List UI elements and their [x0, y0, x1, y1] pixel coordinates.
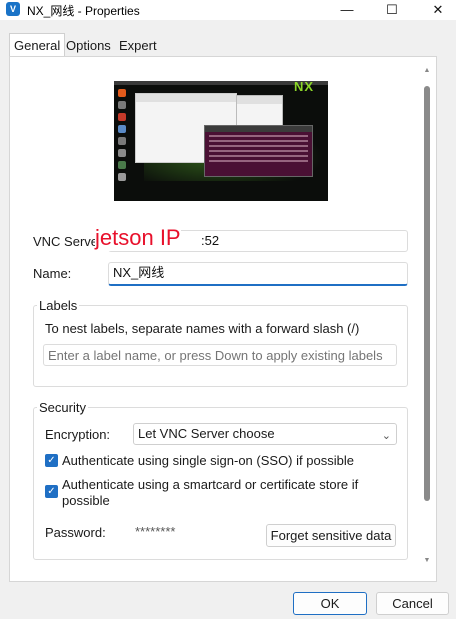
close-button[interactable]: ✕ [415, 0, 456, 20]
smartcard-checkbox[interactable]: ✓ [45, 485, 58, 498]
scrollbar-thumb[interactable] [424, 86, 430, 501]
desktop-dock [117, 89, 127, 193]
minimize-button[interactable]: — [324, 0, 370, 20]
encryption-selected-value: Let VNC Server choose [138, 426, 275, 441]
smartcard-label-line2: possible [62, 493, 110, 508]
server-redaction-overlay: jetson IP [95, 225, 181, 251]
terminal-window [204, 125, 313, 177]
vertical-scrollbar[interactable]: ▲ ▼ [421, 66, 433, 566]
maximize-button[interactable]: ☐ [369, 0, 415, 20]
tab-expert[interactable]: Expert [115, 35, 161, 57]
labels-group-title: Labels [37, 298, 80, 313]
security-group-title: Security [37, 400, 88, 415]
smartcard-label-line1: Authenticate using a smartcard or certif… [62, 477, 359, 492]
labels-help-text: To nest labels, separate names with a fo… [45, 321, 360, 336]
tab-options[interactable]: Options [62, 35, 115, 57]
desktop-thumbnail: NX [114, 81, 328, 201]
vnc-viewer-app-icon: V [6, 2, 20, 16]
cancel-button[interactable]: Cancel [376, 592, 449, 615]
forget-sensitive-data-button[interactable]: Forget sensitive data [266, 524, 396, 547]
encryption-label: Encryption: [45, 427, 111, 442]
encryption-select[interactable]: Let VNC Server choose ⌄ [133, 423, 397, 445]
sso-checkbox[interactable]: ✓ [45, 454, 58, 467]
scroll-up-arrow-icon[interactable]: ▲ [421, 66, 433, 76]
scroll-down-arrow-icon[interactable]: ▼ [421, 556, 433, 566]
window-title: NX_网线 - Properties [27, 4, 140, 18]
title-bar: V NX_网线 - Properties — ☐ ✕ [0, 0, 456, 20]
desktop-logo: NX [294, 81, 315, 94]
ok-button[interactable]: OK [293, 592, 367, 615]
password-value: ******** [135, 524, 176, 539]
vnc-server-port: :52 [201, 233, 220, 248]
chevron-down-icon: ⌄ [381, 430, 391, 442]
password-label: Password: [45, 525, 106, 540]
label-name-input[interactable] [43, 344, 397, 366]
name-label: Name: [33, 266, 72, 281]
sso-label: Authenticate using single sign-on (SSO) … [62, 453, 354, 468]
name-input[interactable]: NX_网线 [108, 262, 408, 286]
tab-general[interactable]: General [9, 33, 66, 57]
